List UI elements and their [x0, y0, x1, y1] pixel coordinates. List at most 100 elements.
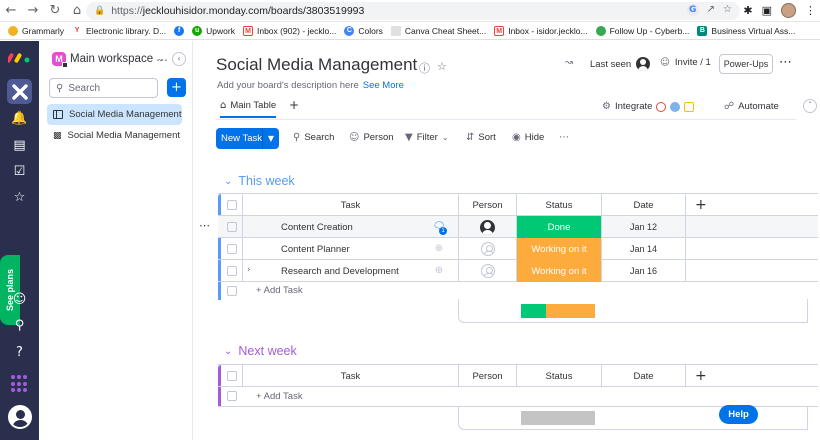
bookmark-upwork[interactable]: u Upwork [192, 25, 235, 36]
row-menu-icon[interactable]: ⋯ [199, 219, 210, 232]
help-button[interactable]: Help [719, 405, 758, 424]
column-header-person[interactable]: Person [458, 365, 516, 387]
row-checkbox[interactable] [227, 266, 237, 276]
monday-logo-icon[interactable] [8, 51, 30, 63]
workspace-selector[interactable]: M Main workspace ⌄ [52, 52, 165, 68]
bookmark-colors[interactable]: C Colors [344, 25, 383, 36]
user-avatar[interactable] [8, 405, 32, 429]
column-header-date[interactable]: Date [601, 365, 685, 387]
my-work-icon[interactable]: ☑ [0, 164, 39, 179]
new-task-button[interactable]: New Task ▼ [216, 128, 279, 149]
activity-icon[interactable]: ↝ [565, 57, 573, 68]
add-column-button[interactable]: + [685, 194, 818, 216]
table-row[interactable]: Content Planner ⊕ Working on it Jan 14 [218, 238, 818, 260]
sidebar-item-dashboard[interactable]: ▩ Social Media Management ... [47, 125, 182, 146]
info-icon[interactable]: ⓘ [419, 60, 430, 76]
search-icon[interactable]: ⚲ [0, 318, 39, 333]
column-header-task[interactable]: Task [242, 194, 458, 216]
share-icon[interactable]: ↗ [707, 4, 715, 16]
see-plans-button[interactable]: See plans [0, 255, 20, 325]
extensions-icon[interactable]: ✱ [743, 4, 752, 17]
add-column-button[interactable]: + [685, 365, 818, 387]
row-checkbox[interactable] [227, 244, 237, 254]
home-icon[interactable]: ⌂ [66, 3, 88, 18]
profile-avatar[interactable] [781, 3, 796, 18]
add-view-button[interactable]: + [289, 98, 299, 112]
bookmark-grammarly[interactable]: Grammarly [8, 25, 64, 36]
tab-main-table[interactable]: ⌂ Main Table [220, 100, 277, 118]
person-filter-tool[interactable]: ☺ Person [349, 132, 394, 143]
workspace-home-icon[interactable] [7, 79, 32, 104]
date-cell[interactable]: Jan 16 [601, 260, 685, 282]
group-title-next-week[interactable]: ⌄ Next week [224, 344, 297, 358]
add-task-input[interactable]: + Add Task [256, 285, 303, 296]
bookmark-gmail-inbox[interactable]: M Inbox (902) - jecklo... [242, 25, 336, 36]
status-summary-bar-empty[interactable] [521, 411, 595, 425]
invite-button[interactable]: ☺ Invite / 1 [660, 57, 711, 68]
status-summary-bar[interactable] [521, 304, 595, 318]
chevron-down-icon[interactable]: ⌄ [224, 176, 232, 187]
add-task-input[interactable]: + Add Task [256, 391, 303, 402]
integrate-button[interactable]: ⚙ Integrate [602, 101, 695, 112]
person-cell[interactable] [458, 260, 516, 282]
help-question-icon[interactable]: ? [0, 345, 39, 360]
favorite-star-icon[interactable]: ☆ [437, 60, 447, 73]
add-update-icon[interactable]: ⊕ [432, 265, 446, 277]
column-header-person[interactable]: Person [458, 194, 516, 216]
sidebar-item-board[interactable]: Social Media Management [47, 104, 182, 125]
column-header-status[interactable]: Status [516, 365, 601, 387]
bookmark-facebook[interactable]: f [174, 25, 185, 36]
workspace-menu-icon[interactable]: ⋯ [156, 53, 168, 67]
inbox-icon[interactable]: ▤ [0, 138, 39, 153]
chevron-down-icon[interactable]: ⌄ [224, 346, 232, 357]
select-all-checkbox[interactable] [227, 371, 237, 381]
bookmark-electronic-library[interactable]: Y Electronic library. D... [72, 26, 166, 36]
person-cell[interactable] [458, 216, 516, 238]
board-title[interactable]: Social Media Management [216, 55, 417, 75]
add-item-button[interactable]: + [167, 78, 186, 97]
board-description[interactable]: Add your board's description here See Mor… [217, 80, 404, 91]
bell-icon[interactable]: 🔔 [0, 111, 39, 126]
person-cell[interactable] [458, 238, 516, 260]
table-row[interactable]: ⋯ Content Creation 🗨 1 Done Jan 12 [199, 216, 818, 238]
more-tools-icon[interactable]: ⋯ [559, 132, 569, 143]
date-cell[interactable]: Jan 14 [601, 238, 685, 260]
status-cell[interactable]: Working on it [516, 238, 601, 260]
select-all-checkbox[interactable] [227, 200, 237, 210]
favorites-star-icon[interactable]: ☆ [0, 190, 39, 205]
row-checkbox[interactable] [227, 222, 237, 232]
bookmark-canva[interactable]: Canva Cheat Sheet... [390, 25, 486, 36]
chrome-menu-icon[interactable]: ⋮ [805, 4, 816, 17]
reload-icon[interactable]: ↻ [44, 3, 66, 18]
powerups-button[interactable]: Power-Ups [719, 54, 773, 74]
apps-grid-icon[interactable] [11, 375, 29, 393]
column-header-date[interactable]: Date [601, 194, 685, 216]
invite-member-icon[interactable]: ☺ [0, 292, 39, 307]
workspace-search-input[interactable]: ⚲ Search [49, 78, 158, 98]
group-title-this-week[interactable]: ⌄ This week [224, 174, 295, 188]
forward-arrow-icon[interactable]: → [22, 3, 44, 18]
column-header-status[interactable]: Status [516, 194, 601, 216]
task-name[interactable]: Content Planner [242, 238, 458, 260]
bookmark-outlook-inbox[interactable]: M Inbox - isidor.jecklo... [494, 25, 588, 36]
automate-button[interactable]: ☍ Automate [724, 101, 779, 112]
board-menu-icon[interactable]: ⋯ [779, 55, 792, 70]
add-task-row[interactable]: + Add Task [218, 387, 818, 407]
back-arrow-icon[interactable]: ← [0, 3, 22, 18]
task-name[interactable]: Research and Development [242, 260, 458, 282]
add-update-icon[interactable]: ⊕ [432, 243, 446, 255]
collapse-panel-icon[interactable]: ‹ [172, 52, 186, 66]
google-icon[interactable]: G [686, 4, 699, 16]
search-tool[interactable]: ⚲ Search [293, 132, 334, 143]
task-name[interactable]: Content Creation [242, 216, 458, 238]
sort-tool[interactable]: ⇵ Sort [466, 132, 496, 143]
sidepanel-icon[interactable]: ▣ [762, 4, 772, 17]
status-cell[interactable]: Done [516, 216, 601, 238]
filter-tool[interactable]: ▼ Filter ⌄ [405, 132, 449, 143]
table-row[interactable]: › Research and Development ⊕ Working on … [218, 260, 818, 282]
collapse-header-icon[interactable]: ˆ [803, 99, 817, 113]
add-task-row[interactable]: + Add Task [218, 282, 818, 300]
chevron-down-icon[interactable]: ▼ [262, 128, 279, 149]
bookmark-follow-up[interactable]: Follow Up - Cyberb... [595, 25, 689, 36]
status-cell[interactable]: Working on it [516, 260, 601, 282]
